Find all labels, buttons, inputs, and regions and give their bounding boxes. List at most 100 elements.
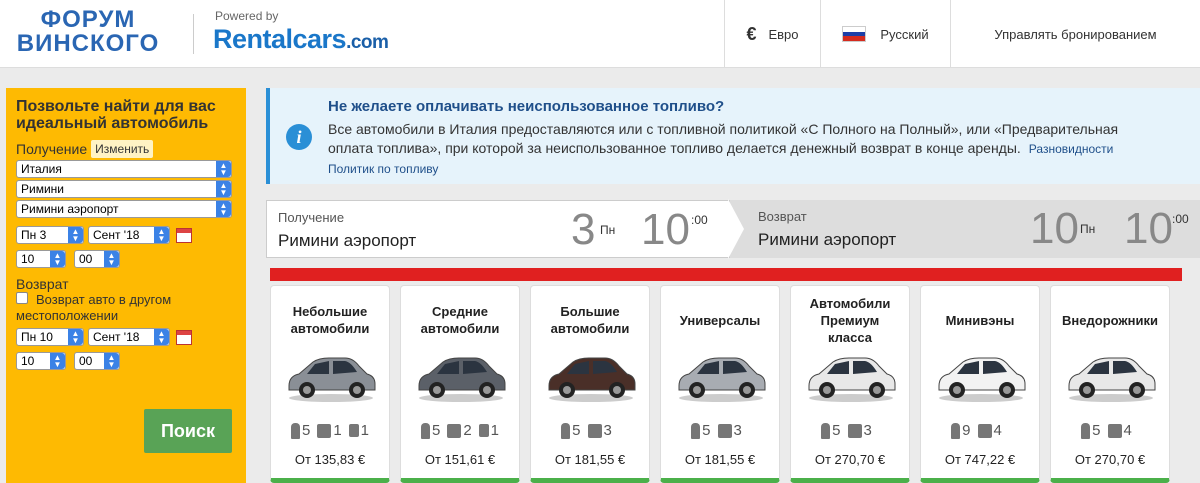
pickup-summary[interactable]: Получение Римини аэропорт 3 Пн 10 :00 [266, 200, 730, 258]
change-button[interactable]: Изменить [91, 140, 154, 158]
car-image [418, 357, 506, 402]
select-arrows-icon: ▲ ▼ [154, 329, 169, 345]
return-other-checkbox[interactable] [16, 292, 28, 304]
rentalcars-word: Rentalcars [213, 24, 347, 54]
category-title: Минивэны [945, 312, 1015, 328]
pickup-summary-place: Римини аэропорт [278, 231, 417, 250]
return-day-select[interactable]: Пн 10 ▲ ▼ [16, 328, 84, 346]
currency-selector[interactable]: € Евро [724, 0, 820, 68]
small-bags-count: 1 [360, 422, 370, 439]
car-categories: Небольшие автомобили 5 1 1 От 135,83 € С… [270, 285, 1182, 483]
car-image [1068, 357, 1156, 402]
forum-logo[interactable]: ФОРУМ ВИНСКОГО [4, 8, 172, 56]
car-image [548, 357, 636, 402]
select-arrows-icon: ▲ ▼ [50, 353, 65, 369]
category-price: От 181,55 € [554, 452, 626, 467]
category-price: От 181,55 € [684, 452, 756, 467]
car-features: 5 3 [661, 422, 779, 439]
category-price: От 135,83 € [294, 452, 366, 467]
passenger-icon [951, 422, 961, 439]
bags-count: 4 [1123, 422, 1132, 439]
calendar-icon[interactable] [176, 227, 192, 243]
manage-booking-label: Управлять бронированием [994, 26, 1157, 42]
category-price: От 270,70 € [1074, 452, 1146, 467]
pickup-label: Получение [16, 141, 88, 157]
location-value: Римини аэропорт [21, 202, 119, 216]
pickup-day-number: 3 [571, 205, 596, 254]
language-selector[interactable]: Русский [820, 0, 950, 68]
passenger-icon [561, 422, 571, 439]
return-hour-select[interactable]: 10 ▲ ▼ [16, 352, 66, 370]
progress-bar [270, 268, 1182, 281]
return-minutes: :00 [1172, 212, 1189, 226]
category-title: Автомобили Премиум класса [809, 295, 891, 345]
return-month-select[interactable]: Сент '18 ▲ ▼ [88, 328, 170, 346]
logo-line2: ВИНСКОГО [16, 30, 160, 57]
small-bag-icon [478, 424, 489, 437]
large-bag-icon [977, 423, 992, 438]
car-image [288, 357, 376, 402]
bags-count: 3 [863, 422, 872, 439]
pickup-weekday: Пн [600, 223, 616, 237]
select-arrows-icon: ▲ ▼ [216, 181, 231, 197]
rentalcars-dotcom: .com [346, 32, 389, 53]
car-category-card[interactable]: Автомобили Премиум класса 5 3 От 270,70 … [790, 285, 910, 483]
large-bag-icon [1107, 423, 1122, 438]
search-button[interactable]: Поиск [144, 409, 232, 453]
pickup-min-select[interactable]: 00 ▲ ▼ [74, 250, 120, 268]
pickup-hour: 10 [641, 205, 690, 254]
car-features: 5 3 [791, 422, 909, 439]
category-title: Универсалы [679, 312, 761, 328]
pickup-minutes: :00 [691, 213, 708, 227]
car-features: 5 4 [1051, 422, 1169, 439]
car-category-card[interactable]: Средние автомобили 5 2 1 От 151,61 € [400, 285, 520, 483]
category-price: От 151,61 € [424, 452, 496, 467]
large-bag-icon [317, 423, 332, 438]
location-select[interactable]: Римини аэропорт ▲ ▼ [16, 200, 232, 218]
select-arrows-icon: ▲ ▼ [68, 329, 83, 345]
pickup-summary-label: Получение [278, 210, 345, 225]
car-category-card[interactable]: Внедорожники 5 4 От 270,70 € [1050, 285, 1170, 483]
select-arrows-icon: ▲ ▼ [68, 227, 83, 243]
bags-count: 3 [603, 422, 612, 439]
return-min-select[interactable]: 00 ▲ ▼ [74, 352, 120, 370]
info-icon: i [286, 124, 312, 150]
car-image [808, 357, 896, 402]
car-category-card[interactable]: Универсалы 5 3 От 181,55 € [660, 285, 780, 483]
pickup-hour-select[interactable]: 10 ▲ ▼ [16, 250, 66, 268]
return-summary[interactable]: Возврат Римини аэропорт 10 Пн 10 :00 [730, 200, 1200, 258]
top-header: ФОРУМ ВИНСКОГО Powered by Rentalcars.com… [0, 0, 1200, 68]
notice-title: Не желаете оплачивать неиспользованное т… [328, 98, 725, 115]
car-category-card[interactable]: Большие автомобили 5 3 От 181,55 € [530, 285, 650, 483]
large-bag-icon [447, 423, 462, 438]
car-image [938, 357, 1026, 402]
powered-by-label: Powered by [215, 9, 279, 23]
return-summary-label: Возврат [758, 209, 807, 224]
return-summary-place: Римини аэропорт [758, 230, 897, 249]
pickup-day-value: Пн 3 [21, 228, 47, 242]
return-other-location[interactable]: Возврат авто в другом местоположении [16, 292, 216, 324]
seats-count: 5 [572, 422, 581, 439]
return-min-value: 00 [79, 354, 93, 368]
rentalcars-logo[interactable]: Rentalcars.com [213, 24, 389, 55]
passenger-icon [691, 422, 701, 439]
calendar-icon[interactable] [176, 329, 192, 345]
pickup-day-select[interactable]: Пн 3 ▲ ▼ [16, 226, 84, 244]
select-arrows-icon: ▲ ▼ [216, 201, 231, 217]
chevron-right-icon [728, 199, 744, 259]
rental-dates-bar: Получение Римини аэропорт 3 Пн 10 :00 Во… [266, 199, 1200, 259]
return-hour-value: 10 [21, 354, 35, 368]
pickup-min-value: 00 [79, 252, 93, 266]
notice-text: Все автомобили в Италия предоставляются … [328, 121, 1119, 156]
seats-count: 5 [832, 422, 841, 439]
city-select[interactable]: Римини ▲ ▼ [16, 180, 232, 198]
large-bag-icon [717, 423, 732, 438]
pickup-month-select[interactable]: Сент '18 ▲ ▼ [88, 226, 170, 244]
country-select[interactable]: Италия ▲ ▼ [16, 160, 232, 178]
manage-booking-link[interactable]: Управлять бронированием [950, 0, 1200, 68]
return-day-value: Пн 10 [21, 330, 53, 344]
car-category-card[interactable]: Небольшие автомобили 5 1 1 От 135,83 € [270, 285, 390, 483]
car-category-card[interactable]: Минивэны 9 4 От 747,22 € [920, 285, 1040, 483]
passenger-icon [1081, 422, 1091, 439]
seats-count: 5 [1092, 422, 1101, 439]
